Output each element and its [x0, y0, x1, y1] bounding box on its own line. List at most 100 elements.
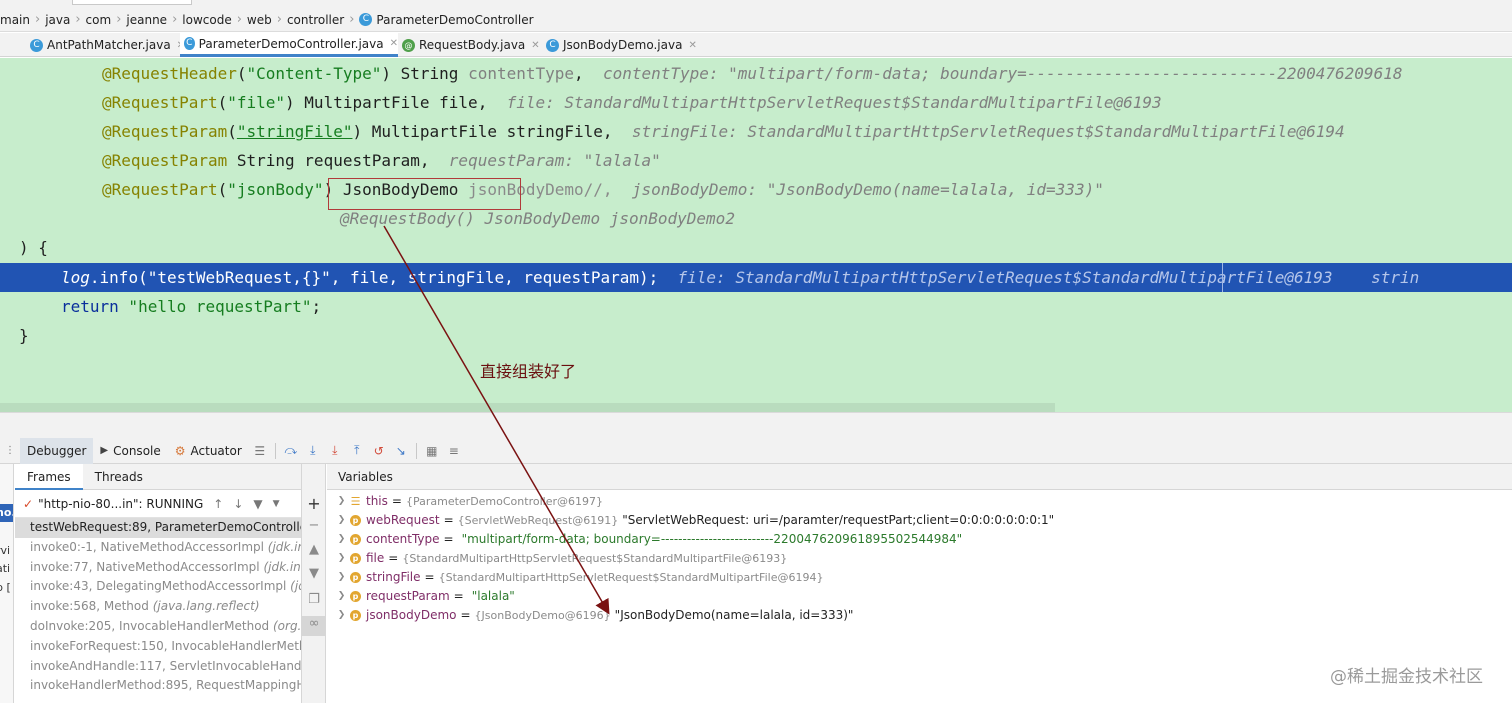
inline-value-hint: stringFile: StandardMultipartHttpServlet…: [631, 122, 1345, 141]
breadcrumb-item-java[interactable]: java: [45, 13, 70, 27]
code-line[interactable]: return "hello requestPart";: [0, 292, 1512, 321]
tab-actuator[interactable]: ⚙ Actuator: [168, 438, 249, 464]
close-icon[interactable]: ✕: [688, 40, 696, 51]
chevron-right-icon[interactable]: ❯: [333, 492, 350, 511]
tab-requestbody[interactable]: @ RequestBody.java ✕: [398, 33, 540, 57]
frame-row[interactable]: doInvoke:205, InvocableHandlerMethod (or…: [15, 617, 301, 637]
frame-row[interactable]: testWebRequest:89, ParameterDemoControll…: [15, 518, 301, 538]
variable-row[interactable]: ❯ p jsonBodyDemo = {JsonBodyDemo@6196} "…: [327, 606, 1512, 625]
drop-frame-icon[interactable]: ↺: [368, 444, 390, 458]
code-token: (: [217, 93, 228, 112]
chevron-right-icon[interactable]: ❯: [333, 511, 350, 530]
parameter-icon: p: [350, 553, 361, 564]
frame-row[interactable]: invoke0:-1, NativeMethodAccessorImpl (jd…: [15, 538, 301, 558]
string-token: "file": [227, 93, 286, 112]
class-icon: C: [546, 38, 559, 52]
tab-console[interactable]: ▶ Console: [93, 438, 167, 464]
remove-icon[interactable]: −: [302, 518, 326, 533]
arrow-down-icon[interactable]: ↓: [233, 497, 243, 511]
toolbar-divider: [274, 442, 276, 459]
move-up-icon[interactable]: ▲: [302, 542, 326, 557]
chevron-right-icon[interactable]: ❯: [333, 568, 350, 587]
parameter-icon: p: [350, 591, 361, 602]
tab-frames[interactable]: Frames: [15, 464, 83, 490]
code-line[interactable]: @RequestPart("jsonBody") JsonBodyDemo js…: [0, 175, 1512, 204]
more-icon[interactable]: ⋮: [0, 445, 20, 456]
breadcrumb-item-controller[interactable]: controller: [287, 13, 344, 27]
glasses-icon[interactable]: ∞: [302, 616, 326, 636]
arrow-up-icon[interactable]: ↑: [213, 497, 223, 511]
frame-row[interactable]: invoke:43, DelegatingMethodAccessorImpl …: [15, 577, 301, 597]
horizontal-scrollbar[interactable]: [0, 403, 1055, 412]
chevron-down-icon[interactable]: ▼: [273, 499, 280, 509]
code-token: ) MultipartFile file,: [285, 93, 507, 112]
code-line[interactable]: @RequestHeader("Content-Type") String co…: [0, 59, 1512, 88]
equals-sign: =: [453, 589, 464, 603]
current-execution-line[interactable]: log.info("testWebRequest,{}", file, stri…: [0, 263, 1512, 292]
thread-selector[interactable]: ✓ "http-nio-80...in": RUNNING ↑ ↓ ▼ ▼: [15, 490, 301, 518]
run-to-cursor-icon[interactable]: ↘: [390, 444, 412, 458]
tab-antpathmatcher[interactable]: C AntPathMatcher.java ✕: [26, 33, 185, 57]
breadcrumb-item-com[interactable]: com: [86, 13, 112, 27]
frame-row[interactable]: invokeForRequest:150, InvocableHandlerMe…: [15, 637, 301, 657]
code-token: .info("testWebRequest,{}", file, stringF…: [89, 268, 659, 287]
chevron-right-icon[interactable]: ❯: [333, 530, 350, 549]
code-line[interactable]: @RequestPart("file") MultipartFile file,…: [0, 88, 1512, 117]
run-config-combo[interactable]: [72, 0, 192, 5]
code-token: ) MultipartFile stringFile,: [352, 122, 632, 141]
frame-method: invoke:77, NativeMethodAccessorImpl: [30, 559, 260, 574]
inline-value-hint: jsonBodyDemo: "JsonBodyDemo(name=lalala,…: [612, 180, 1104, 199]
frame-package: (java.lang.reflect): [152, 599, 260, 614]
force-step-into-icon[interactable]: ⤓: [324, 443, 346, 458]
code-line[interactable]: }: [0, 321, 1512, 350]
tab-parameterdemocontroller[interactable]: C ParameterDemoController.java ✕: [180, 33, 398, 57]
breadcrumb-item-web[interactable]: web: [247, 13, 272, 27]
variable-row[interactable]: ❯ p file = {StandardMultipartHttpServlet…: [327, 549, 1512, 568]
close-icon[interactable]: ✕: [531, 40, 539, 51]
class-icon: C: [30, 38, 43, 52]
code-line[interactable]: @RequestParam("stringFile") MultipartFil…: [0, 117, 1512, 146]
breadcrumb-item-lowcode[interactable]: lowcode: [182, 13, 231, 27]
left-tool-strip: no. rvi ati p [: [0, 464, 14, 703]
chevron-right-icon[interactable]: ❯: [333, 606, 350, 625]
tab-jsonbodydemo[interactable]: C JsonBodyDemo.java ✕: [542, 33, 697, 57]
add-watch-icon[interactable]: +: [302, 494, 326, 513]
annotation-icon: @: [402, 38, 415, 52]
code-line[interactable]: @RequestBody() JsonBodyDemo jsonBodyDemo…: [0, 204, 1512, 233]
evaluate-expression-icon[interactable]: ▦: [421, 444, 443, 458]
frame-method: testWebRequest:89, ParameterDemoControll…: [30, 520, 301, 534]
actuator-icon: ⚙: [174, 443, 186, 458]
menu-icon[interactable]: ☰: [249, 444, 271, 458]
copy-icon[interactable]: ❐: [302, 592, 326, 607]
variable-row[interactable]: ❯ p contentType = "multipart/form-data; …: [327, 530, 1512, 549]
code-line[interactable]: @RequestParam String requestParam, reque…: [0, 146, 1512, 175]
step-into-icon[interactable]: ⤓: [302, 443, 324, 458]
variable-row[interactable]: ❯ ☰ this = {ParameterDemoController@6197…: [327, 492, 1512, 511]
chevron-right-icon[interactable]: ❯: [333, 587, 350, 606]
frame-row[interactable]: invoke:568, Method (java.lang.reflect): [15, 597, 301, 617]
frame-row[interactable]: invokeAndHandle:117, ServletInvocableHan…: [15, 657, 301, 677]
variable-row[interactable]: ❯ p stringFile = {StandardMultipartHttpS…: [327, 568, 1512, 587]
panel-splitter[interactable]: [0, 412, 1512, 438]
parameter-icon: p: [350, 515, 361, 526]
code-line[interactable]: ) {: [0, 233, 1512, 262]
close-icon[interactable]: ✕: [390, 38, 398, 49]
tab-threads[interactable]: Threads: [83, 464, 155, 490]
filter-icon[interactable]: ▼: [253, 497, 262, 511]
breadcrumb-item-class[interactable]: C ParameterDemoController: [359, 13, 534, 27]
breadcrumb-item-jeanne[interactable]: jeanne: [126, 13, 167, 27]
step-out-icon[interactable]: ⤒: [346, 443, 368, 458]
variable-row[interactable]: ❯ p webRequest = {ServletWebRequest@6191…: [327, 511, 1512, 530]
trace-icon[interactable]: ≡: [443, 444, 465, 458]
frame-row[interactable]: invoke:77, NativeMethodAccessorImpl (jdk…: [15, 558, 301, 578]
chevron-right-icon[interactable]: ❯: [333, 549, 350, 568]
variable-row[interactable]: ❯ p requestParam = "lalala": [327, 587, 1512, 606]
frame-row[interactable]: invokeHandlerMethod:895, RequestMappingH…: [15, 676, 301, 696]
step-over-icon[interactable]: ⤼: [280, 443, 302, 458]
equals-sign: =: [424, 570, 435, 584]
frame-package: (jdk.in: [290, 579, 301, 594]
tab-debugger[interactable]: Debugger: [20, 437, 94, 464]
breadcrumb-item-main[interactable]: main: [0, 13, 30, 27]
code-editor[interactable]: @RequestHeader("Content-Type") String co…: [0, 58, 1512, 412]
move-down-icon[interactable]: ▼: [302, 566, 326, 581]
